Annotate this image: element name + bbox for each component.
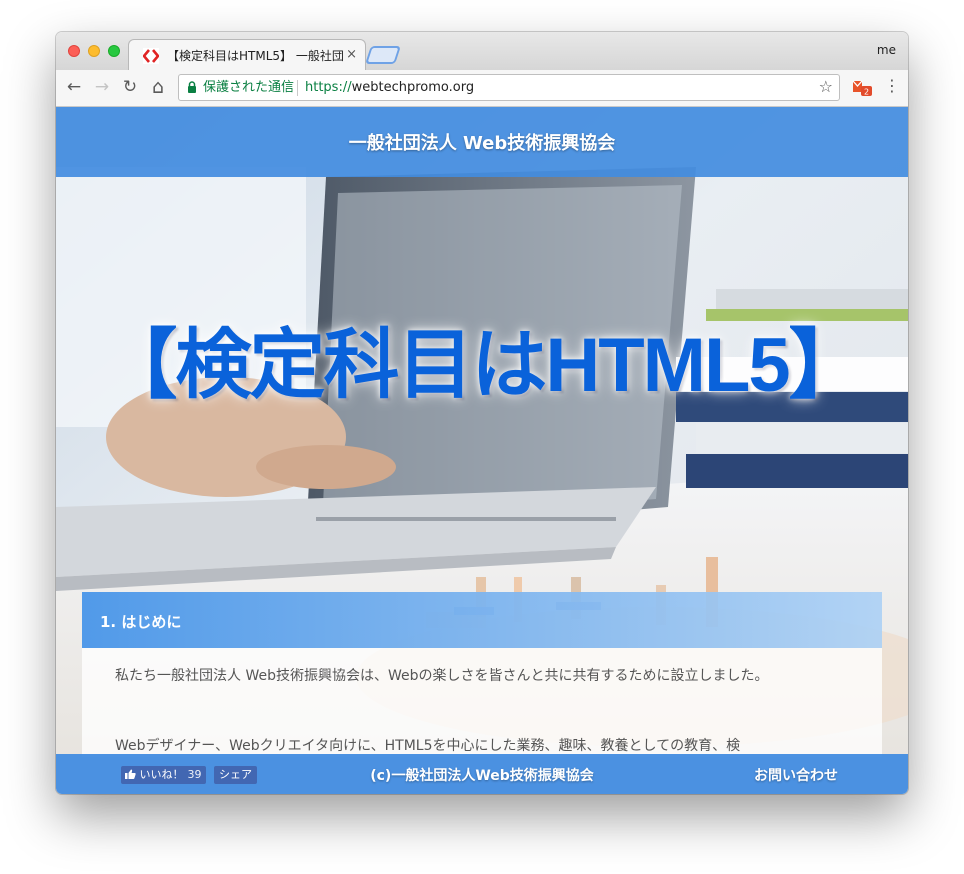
bookmark-star-icon[interactable]: ☆ (819, 78, 833, 96)
site-header: 一般社団法人 Web技術振興協会 (56, 107, 908, 177)
browser-window: 【検定科目はHTML5】 一般社団法 × me ← → ↻ ⌂ 保護された通信 … (56, 32, 908, 794)
extension-badge-count: 2 (864, 88, 869, 97)
site-footer: いいね！ 39 シェア (c)一般社団法人Web技術振興協会 お問い合わせ (56, 754, 908, 794)
home-icon[interactable]: ⌂ (148, 77, 168, 97)
address-bar[interactable]: 保護された通信 https://webtechpromo.org ☆ (178, 74, 840, 101)
browser-toolbar: ← → ↻ ⌂ 保護された通信 https://webtechpromo.org… (56, 70, 908, 107)
contact-link[interactable]: お問い合わせ (754, 765, 838, 785)
hero-title: 【検定科目はHTML5】 (101, 323, 864, 408)
profile-name[interactable]: me (877, 43, 896, 57)
browser-tab[interactable]: 【検定科目はHTML5】 一般社団法 × (128, 39, 366, 70)
forward-arrow-icon[interactable]: → (92, 77, 112, 97)
content-panel: 1. はじめに 私たち一般社団法人 Web技術振興協会は、Webの楽しさを皆さん… (82, 592, 882, 757)
url-scheme: https:// (305, 80, 352, 95)
minimize-window-button[interactable] (88, 45, 100, 57)
site-favicon-icon (143, 48, 159, 64)
lock-icon (188, 81, 196, 93)
tab-bar: 【検定科目はHTML5】 一般社団法 × me (56, 32, 908, 71)
new-tab-button[interactable] (365, 46, 401, 64)
reload-icon[interactable]: ↻ (120, 77, 140, 97)
back-arrow-icon[interactable]: ← (64, 77, 84, 97)
section-heading: 1. はじめに (82, 592, 882, 648)
security-status[interactable]: 保護された通信 (203, 80, 294, 96)
page-viewport: 一般社団法人 Web技術振興協会 【検定科目はHTML5】 1. はじめに 私た… (56, 107, 908, 794)
mail-extension-icon[interactable]: 2 (852, 77, 874, 97)
url-host: webtechpromo.org (351, 80, 475, 95)
zoom-window-button[interactable] (108, 45, 120, 57)
tab-close-icon[interactable]: × (346, 47, 357, 63)
site-title[interactable]: 一般社団法人 Web技術振興協会 (56, 107, 908, 155)
browser-menu-icon[interactable]: ⋮ (884, 76, 900, 96)
omnibox-divider (297, 80, 298, 96)
section-heading-text: 1. はじめに (100, 613, 182, 631)
url-text[interactable]: https://webtechpromo.org (305, 80, 474, 96)
intro-paragraph: 私たち一般社団法人 Web技術振興協会は、Webの楽しさを皆さんと共に共有するた… (115, 668, 769, 684)
close-window-button[interactable] (68, 45, 80, 57)
tab-title: 【検定科目はHTML5】 一般社団法 (167, 49, 343, 63)
